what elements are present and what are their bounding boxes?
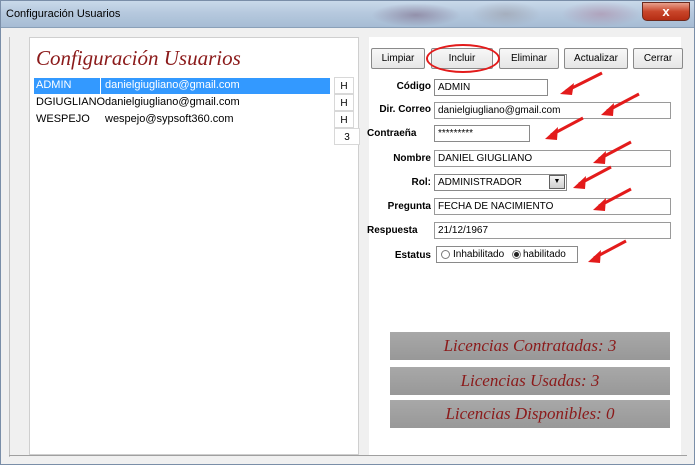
correo-label: Dir. Correo bbox=[379, 104, 431, 115]
red-arrow-icon bbox=[588, 239, 627, 263]
contrasena-label: Contraeña bbox=[367, 128, 417, 139]
title-bar-decoration bbox=[561, 1, 641, 27]
radio-inhabilitado-label: Inhabilitado bbox=[453, 249, 505, 260]
licencias-usadas: Licencias Usadas: 3 bbox=[390, 367, 670, 395]
frame-divider bbox=[9, 37, 10, 457]
window-close-button[interactable]: x bbox=[642, 2, 690, 21]
cerrar-button[interactable]: Cerrar bbox=[633, 48, 683, 69]
user-row[interactable]: DGIUGLIANO danielgiugliano@gmail.com H bbox=[34, 94, 356, 111]
estatus-radio-group: Inhabilitado habilitado bbox=[436, 246, 578, 263]
red-arrow-icon bbox=[601, 92, 640, 116]
title-bar-decoration bbox=[371, 3, 461, 27]
window: Configuración Usuarios x Configuración U… bbox=[0, 0, 695, 465]
rol-label: Rol: bbox=[411, 177, 431, 188]
user-status-flag: H bbox=[334, 77, 354, 94]
chevron-down-icon[interactable]: ▼ bbox=[549, 175, 565, 189]
respuesta-label: Respuesta bbox=[367, 225, 418, 236]
user-code: DGIUGLIANO bbox=[36, 96, 106, 108]
title-bar-decoration bbox=[471, 1, 541, 27]
radio-habilitado-label: habilitado bbox=[523, 249, 566, 260]
eliminar-button[interactable]: Eliminar bbox=[499, 48, 559, 69]
user-row[interactable]: ADMIN danielgiugliano@gmail.com H bbox=[34, 77, 356, 94]
user-row[interactable]: WESPEJO wespejo@sypsoft360.com H bbox=[34, 111, 356, 128]
respuesta-input[interactable]: 21/12/1967 bbox=[434, 222, 671, 239]
user-count-row: 3 bbox=[34, 128, 360, 145]
codigo-label: Código bbox=[396, 81, 431, 92]
limpiar-button[interactable]: Limpiar bbox=[371, 48, 425, 69]
red-arrow-icon bbox=[593, 140, 632, 164]
radio-inhabilitado[interactable] bbox=[441, 250, 450, 259]
radio-habilitado[interactable] bbox=[512, 250, 521, 259]
pregunta-input[interactable]: FECHA DE NACIMIENTO bbox=[434, 198, 671, 215]
estatus-label: Estatus bbox=[394, 250, 431, 261]
nombre-label: Nombre bbox=[393, 153, 431, 164]
user-count: 3 bbox=[334, 128, 360, 145]
form-heading: Configuración Usuarios bbox=[36, 46, 241, 70]
title-bar: Configuración Usuarios x bbox=[1, 1, 694, 28]
user-list-panel: Configuración Usuarios ADMIN danielgiugl… bbox=[29, 37, 360, 455]
actualizar-button[interactable]: Actualizar bbox=[564, 48, 628, 69]
licencias-contratadas: Licencias Contratadas: 3 bbox=[390, 332, 670, 360]
user-code: ADMIN bbox=[34, 78, 100, 94]
contrasena-input[interactable]: ********* bbox=[434, 125, 530, 142]
pregunta-label: Pregunta bbox=[387, 201, 431, 212]
user-code: WESPEJO bbox=[36, 113, 90, 125]
annotation-circle bbox=[426, 44, 500, 73]
red-arrow-icon bbox=[545, 116, 584, 140]
rol-select[interactable]: ADMINISTRADOR bbox=[434, 174, 567, 191]
red-arrow-icon bbox=[593, 187, 632, 211]
user-email: danielgiugliano@gmail.com bbox=[101, 78, 330, 94]
nombre-input[interactable]: DANIEL GIUGLIANO bbox=[434, 150, 671, 167]
user-status-flag: H bbox=[334, 94, 354, 111]
user-email: danielgiugliano@gmail.com bbox=[105, 96, 240, 108]
user-status-flag: H bbox=[334, 111, 354, 128]
licencias-disponibles: Licencias Disponibles: 0 bbox=[390, 400, 670, 428]
window-title: Configuración Usuarios bbox=[6, 8, 121, 20]
frame-divider bbox=[9, 455, 687, 459]
user-list[interactable]: ADMIN danielgiugliano@gmail.com H DGIUGL… bbox=[34, 77, 360, 145]
codigo-input[interactable]: ADMIN bbox=[434, 79, 548, 96]
user-email: wespejo@sypsoft360.com bbox=[105, 113, 234, 125]
